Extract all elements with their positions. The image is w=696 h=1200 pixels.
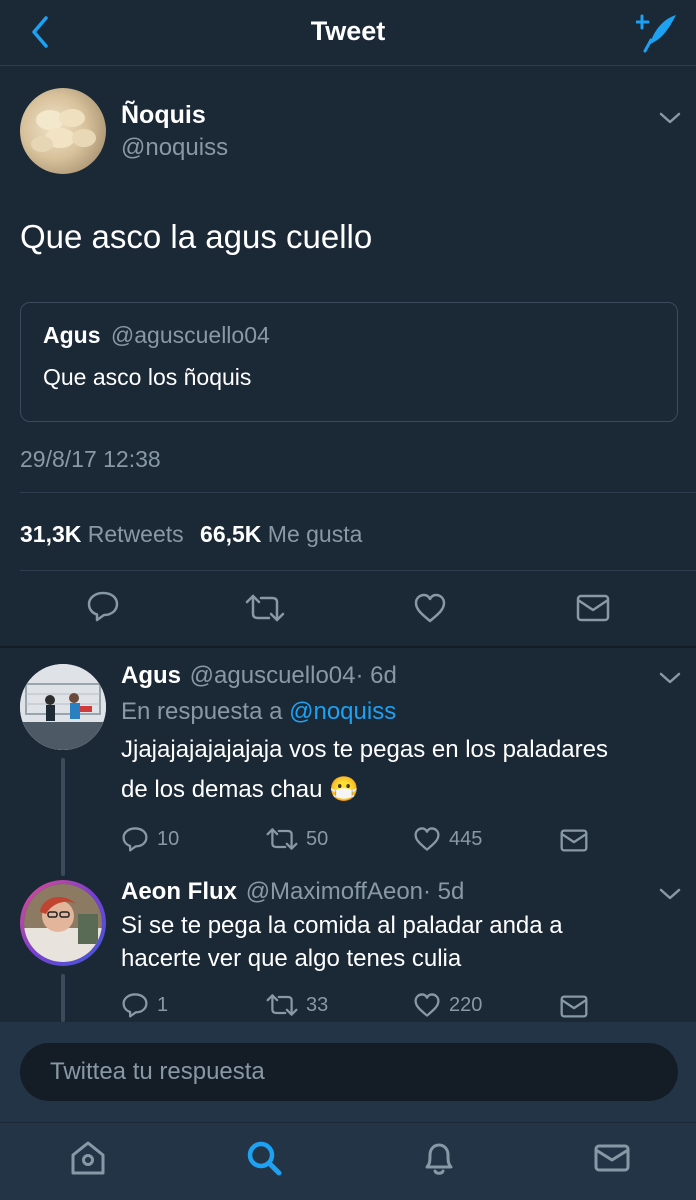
reply-author-name[interactable]: Aeon Flux [121, 878, 237, 905]
reply-icon [122, 993, 148, 1018]
reply-count: 1 [157, 993, 169, 1016]
author-name[interactable]: Ñoquis [121, 101, 206, 130]
likes-label[interactable]: Me gusta [268, 521, 363, 547]
search-icon[interactable] [244, 1138, 284, 1178]
thread-line [61, 974, 65, 1022]
reply-author-name[interactable]: Agus [121, 662, 181, 689]
reply-avatar[interactable] [20, 664, 106, 750]
reply-icon[interactable] [86, 590, 120, 622]
notifications-icon[interactable] [419, 1138, 459, 1178]
quoted-tweet[interactable]: Agus @aguscuello04 Que asco los ñoquis [20, 302, 678, 422]
retweet-action[interactable]: 50 [266, 826, 328, 852]
retweet-count: 33 [306, 993, 329, 1016]
reply-count: 10 [157, 827, 180, 850]
dm-icon[interactable] [576, 594, 610, 622]
reply-header: Agus @aguscuello04· 6d [121, 662, 397, 690]
dm-icon[interactable] [560, 995, 588, 1018]
quoted-text: Que asco los ñoquis [43, 364, 252, 390]
reply-text-line: de los demas chau [121, 776, 323, 803]
divider [20, 492, 696, 493]
page-title: Tweet [310, 16, 386, 46]
like-icon [414, 993, 440, 1017]
in-reply-handle-link[interactable]: @noquiss [289, 698, 396, 725]
retweet-icon [266, 828, 298, 850]
like-icon [414, 827, 440, 851]
compose-icon[interactable] [636, 12, 680, 54]
messages-icon[interactable] [592, 1138, 632, 1178]
retweet-icon[interactable] [245, 592, 285, 624]
chevron-down-icon[interactable] [658, 886, 682, 902]
thread-line [61, 758, 65, 876]
top-bar: Tweet [0, 0, 696, 66]
likes-count[interactable]: 66,5K [200, 521, 261, 547]
reply-text-line-2: de los demas chau 😷 [121, 775, 359, 804]
reply-text-line: hacerte ver que algo tenes culia [121, 945, 462, 972]
retweet-count: 50 [306, 827, 329, 850]
retweets-label[interactable]: Retweets [88, 521, 184, 547]
reply-avatar[interactable] [20, 880, 106, 966]
reply-author-handle[interactable]: @aguscuello04 [190, 662, 356, 689]
reply-author-handle[interactable]: @MaximoffAeon [246, 878, 423, 905]
divider [20, 570, 696, 571]
reply-input[interactable]: Twittea tu respuesta [20, 1043, 678, 1101]
like-count: 445 [449, 827, 483, 850]
author-handle[interactable]: @noquiss [121, 134, 228, 162]
in-reply-prefix: En respuesta a [121, 698, 283, 725]
reply-action[interactable]: 10 [121, 826, 179, 852]
retweet-action[interactable]: 33 [266, 992, 328, 1018]
divider [0, 1122, 696, 1123]
reply-text-line: Si se te pega la comida al paladar anda … [121, 912, 563, 939]
retweet-icon [266, 994, 298, 1016]
in-reply-to: En respuesta a @noquiss [121, 698, 396, 726]
chevron-down-icon[interactable] [658, 110, 682, 126]
section-divider [0, 646, 696, 648]
tweet-text: Que asco la agus cuello [20, 218, 373, 255]
like-action[interactable]: 220 [413, 992, 482, 1018]
reply-action[interactable]: 1 [121, 992, 168, 1018]
reply-time: · 6d [355, 662, 397, 689]
quoted-author-handle: @aguscuello04 [110, 322, 270, 348]
reply-header: Aeon Flux @MaximoffAeon· 5d [121, 878, 464, 906]
reply-text-line: Jjajajajajajajaja vos te pegas en los pa… [121, 736, 608, 763]
reply-icon [122, 827, 148, 852]
retweets-count[interactable]: 31,3K [20, 521, 81, 547]
home-icon[interactable] [68, 1138, 108, 1178]
like-icon[interactable] [413, 592, 447, 624]
like-action[interactable]: 445 [413, 826, 482, 852]
quoted-author-name: Agus [43, 322, 101, 348]
chevron-down-icon[interactable] [658, 670, 682, 686]
tweet-stats: 31,3K Retweets 66,5K Me gusta [20, 521, 362, 548]
tweet-timestamp: 29/8/17 12:38 [20, 446, 161, 472]
mask-emoji: 😷 [329, 776, 360, 803]
author-avatar[interactable] [20, 88, 106, 174]
reply-time: · 5d [423, 878, 465, 905]
dm-icon[interactable] [560, 829, 588, 852]
like-count: 220 [449, 993, 483, 1016]
